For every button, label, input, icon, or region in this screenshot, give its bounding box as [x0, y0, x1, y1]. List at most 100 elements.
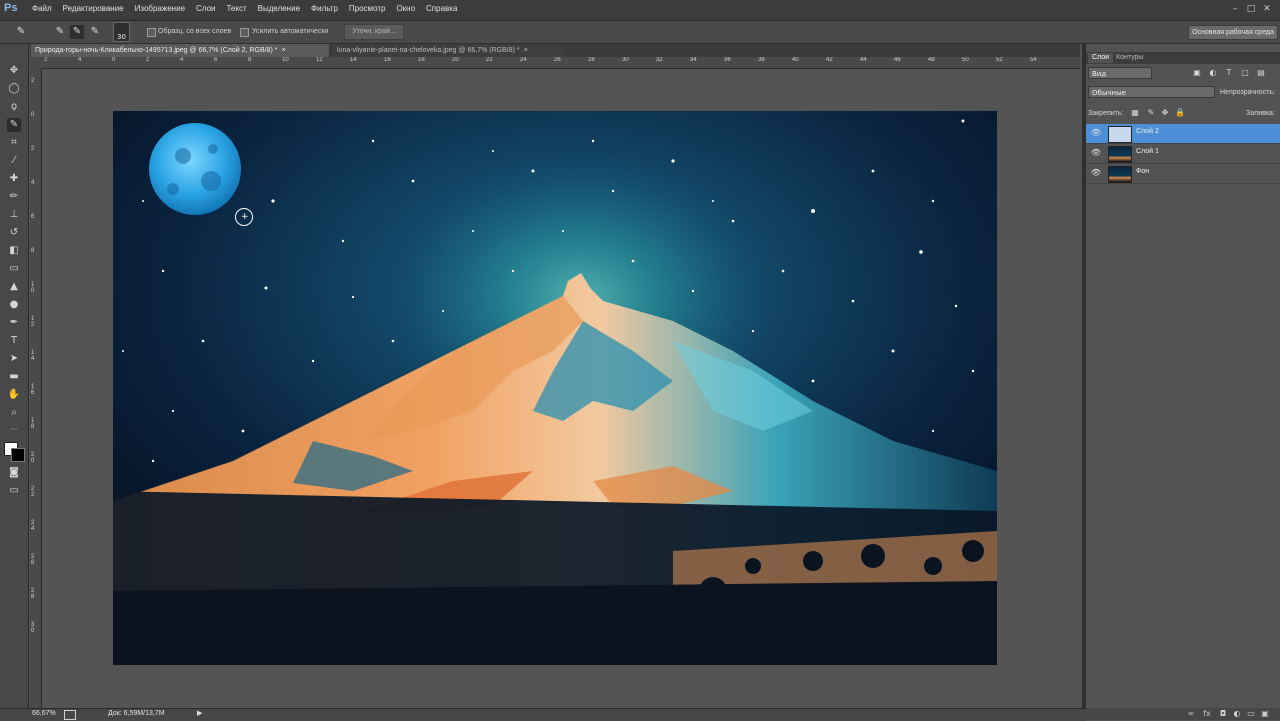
- pen-tool-icon[interactable]: ✒: [7, 316, 21, 330]
- image-filter-icon[interactable]: ▣: [1192, 68, 1202, 78]
- lock-transparency-icon[interactable]: ▦: [1130, 108, 1140, 118]
- lock-position-icon[interactable]: ✥: [1160, 108, 1170, 118]
- visibility-eye-icon[interactable]: 👁: [1090, 128, 1102, 138]
- brush-size-picker[interactable]: 30: [113, 22, 130, 42]
- ruler-tick-label: 2: [31, 146, 35, 152]
- close-tab-icon[interactable]: ×: [281, 47, 285, 54]
- minimize-button[interactable]: –: [1230, 4, 1240, 14]
- ruler-tick-label: 30: [622, 57, 629, 63]
- auto-enhance-label: Усилить автоматически: [252, 28, 329, 35]
- ruler-tick-label: 2: [31, 78, 35, 84]
- zoom-level[interactable]: 66,67%: [32, 710, 56, 717]
- history-brush-tool-icon[interactable]: ↺: [7, 226, 21, 240]
- ruler-tick-label: 2: [146, 57, 150, 63]
- layer-row-selected[interactable]: 👁 Слой 2: [1086, 124, 1280, 144]
- ruler-tick-label: 26: [554, 57, 561, 63]
- add-to-selection-icon[interactable]: ✎: [70, 25, 84, 39]
- tab-label: Природа-горы-ночь-Кликабельно-1495713.jp…: [35, 47, 278, 54]
- shape-tool-icon[interactable]: ▬: [7, 370, 21, 384]
- ruler-tick-label: 1 2: [31, 316, 35, 328]
- shape-filter-icon[interactable]: ▢: [1240, 68, 1250, 78]
- ruler-tick-label: 20: [452, 57, 459, 63]
- new-group-icon[interactable]: ▭: [1246, 709, 1256, 719]
- adjustment-layer-icon[interactable]: ◐: [1232, 709, 1242, 719]
- menu-type[interactable]: Текст: [226, 4, 246, 13]
- document-tab-active[interactable]: Природа-горы-ночь-Кликабельно-1495713.jp…: [31, 44, 329, 57]
- visibility-eye-icon[interactable]: 👁: [1090, 148, 1102, 158]
- ruler-tick-label: 4: [31, 180, 35, 186]
- type-tool-icon[interactable]: T: [7, 334, 21, 348]
- tab-paths[interactable]: Контуры: [1116, 53, 1143, 63]
- auto-enhance-checkbox[interactable]: [240, 28, 249, 37]
- ruler-tick-label: 46: [894, 57, 901, 63]
- new-selection-icon[interactable]: ✎: [53, 25, 67, 39]
- visibility-eye-icon[interactable]: 👁: [1090, 168, 1102, 178]
- ruler-tick-label: 10: [282, 57, 289, 63]
- brush-tool-icon[interactable]: ✏: [7, 190, 21, 204]
- tab-layers[interactable]: Слои: [1088, 53, 1114, 63]
- eraser-tool-icon[interactable]: ◧: [7, 244, 21, 258]
- clone-stamp-tool-icon[interactable]: ⊥: [7, 208, 21, 222]
- marquee-tool-icon[interactable]: ◯: [7, 82, 21, 96]
- ruler-tick-label: 1 6: [31, 384, 35, 396]
- gradient-tool-icon[interactable]: ▭: [7, 262, 21, 276]
- workspace-switcher[interactable]: Основная рабочая среда: [1188, 25, 1278, 40]
- zoom-tool-icon[interactable]: ⌕: [7, 406, 21, 420]
- adjustment-filter-icon[interactable]: ◐: [1208, 68, 1218, 78]
- menu-help[interactable]: Справка: [426, 4, 457, 13]
- layer-style-icon[interactable]: fx: [1202, 709, 1212, 719]
- quick-selection-tool-preset-icon[interactable]: ✎: [14, 25, 28, 39]
- app-logo: Ps: [4, 2, 18, 14]
- add-mask-icon[interactable]: ◘: [1218, 709, 1228, 719]
- new-layer-icon[interactable]: ▣: [1260, 709, 1270, 719]
- menu-filter[interactable]: Фильтр: [311, 4, 338, 13]
- sample-all-layers-label: Образц. со всех слоев: [158, 28, 232, 35]
- lock-pixels-icon[interactable]: ✎: [1146, 108, 1156, 118]
- blend-mode-select[interactable]: Обычные: [1088, 86, 1215, 98]
- layer-row[interactable]: 👁 Фон: [1086, 164, 1280, 184]
- menu-edit[interactable]: Редактирование: [63, 4, 124, 13]
- smart-object-filter-icon[interactable]: ▤: [1256, 68, 1266, 78]
- menu-layers[interactable]: Слои: [196, 4, 215, 13]
- quick-selection-tool-icon[interactable]: ✎: [7, 118, 21, 132]
- moon: [149, 123, 241, 215]
- ruler-tick-label: 1 8: [31, 418, 35, 430]
- tools-panel: ✥ ◯ ϙ ✎ ⌗ ⁄ ✚ ✏ ⊥ ↺ ◧ ▭ ▲ ● ✒ T ➤ ▬ ✋ ⌕ …: [0, 44, 29, 708]
- screen-mode-icon[interactable]: ▭: [7, 484, 21, 498]
- lock-all-icon[interactable]: 🔒: [1175, 108, 1185, 118]
- ruler-tick-label: 2 8: [31, 588, 35, 600]
- more-tools-icon[interactable]: ⋯: [7, 422, 21, 436]
- hand-tool-icon[interactable]: ✋: [7, 388, 21, 402]
- document-tab[interactable]: luna-vliyanie-planet-na-cheloveka.jpeg @…: [333, 44, 566, 57]
- ruler-tick-label: 18: [418, 57, 425, 63]
- export-icon[interactable]: [64, 710, 76, 720]
- status-menu-arrow[interactable]: ▶: [197, 709, 202, 717]
- path-selection-tool-icon[interactable]: ➤: [7, 352, 21, 366]
- background-color-swatch[interactable]: [11, 448, 25, 462]
- close-window-button[interactable]: ✕: [1262, 4, 1272, 14]
- menu-view[interactable]: Просмотр: [349, 4, 386, 13]
- lasso-tool-icon[interactable]: ϙ: [7, 100, 21, 114]
- blur-tool-icon[interactable]: ▲: [7, 280, 21, 294]
- move-tool-icon[interactable]: ✥: [7, 64, 21, 78]
- menu-select[interactable]: Выделение: [258, 4, 300, 13]
- subtract-from-selection-icon[interactable]: ✎: [88, 25, 102, 39]
- layer-row[interactable]: 👁 Слой 1: [1086, 144, 1280, 164]
- layer-thumbnail: [1108, 126, 1132, 143]
- crop-tool-icon[interactable]: ⌗: [7, 136, 21, 150]
- close-tab-icon[interactable]: ×: [524, 47, 528, 54]
- maximize-button[interactable]: □: [1246, 4, 1256, 14]
- menu-file[interactable]: Файл: [32, 4, 52, 13]
- menu-image[interactable]: Изображение: [135, 4, 185, 13]
- quick-mask-icon[interactable]: ◙: [7, 466, 21, 480]
- sample-all-layers-checkbox[interactable]: [147, 28, 156, 37]
- link-layers-icon[interactable]: ∞: [1186, 709, 1196, 719]
- menu-window[interactable]: Окно: [396, 4, 415, 13]
- dodge-tool-icon[interactable]: ●: [7, 298, 21, 312]
- eyedropper-tool-icon[interactable]: ⁄: [7, 154, 21, 168]
- refine-edge-button[interactable]: Уточн. край...: [344, 24, 404, 40]
- healing-brush-tool-icon[interactable]: ✚: [7, 172, 21, 186]
- type-filter-icon[interactable]: T: [1224, 68, 1234, 78]
- filter-kind-select[interactable]: Вид: [1088, 67, 1152, 79]
- document-canvas[interactable]: [113, 111, 997, 665]
